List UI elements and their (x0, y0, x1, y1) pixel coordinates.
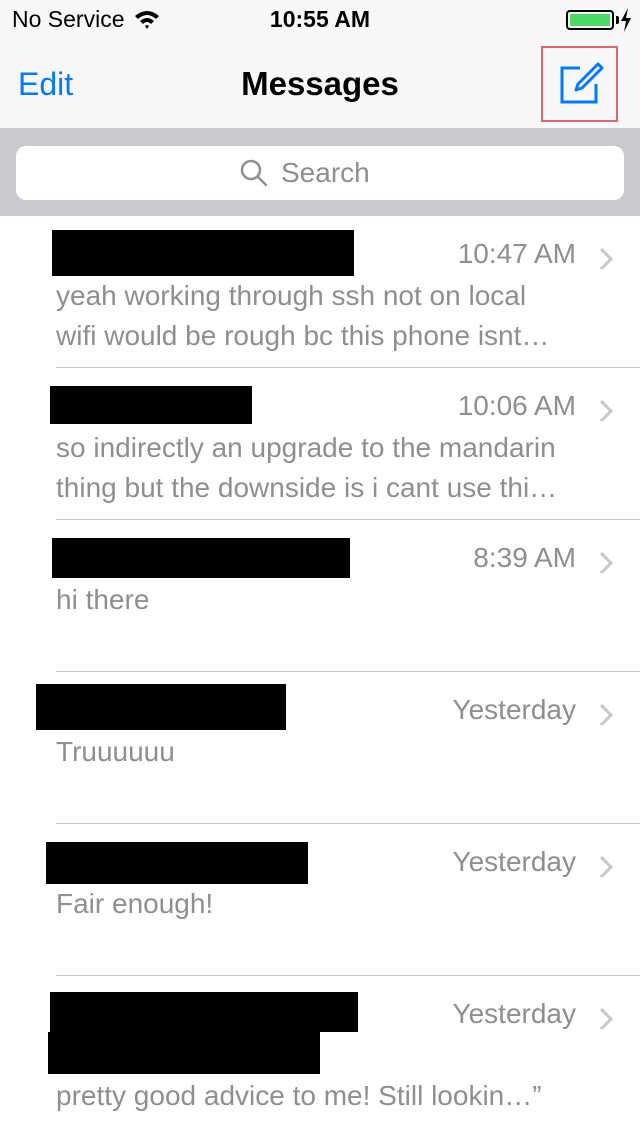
chevron-right-icon (599, 399, 614, 423)
status-time: 10:55 AM (269, 6, 371, 32)
conversation-row[interactable]: Yesterday liked “Sounds like pretty good… (48, 976, 640, 1128)
conversation-preview: so indirectly an upgrade to the mandarin… (56, 432, 558, 503)
status-bar: No Service 10:55 AM (0, 0, 640, 40)
chevron-right-icon (599, 247, 614, 271)
conversation-time: 10:06 AM (457, 390, 576, 421)
redacted-sender (50, 386, 252, 424)
redacted-sender (36, 684, 286, 730)
battery-nub (616, 16, 619, 24)
redacted-sender (52, 538, 350, 578)
redacted-sender (52, 230, 354, 276)
conversation-time: 10:47 AM (457, 238, 576, 269)
search-bar (0, 128, 640, 216)
conversation-list: 10:47 AM yeah working through ssh not on… (0, 216, 640, 1128)
magnifier-icon (240, 159, 268, 187)
conversation-time: Yesterday (452, 846, 577, 877)
conversation-preview: yeah working through ssh not on local wi… (56, 280, 550, 351)
conversation-row[interactable]: 10:47 AM yeah working through ssh not on… (52, 216, 640, 368)
conversation-time: Yesterday (452, 998, 577, 1029)
battery-level-fill (570, 14, 610, 26)
conversation-time: Yesterday (452, 694, 577, 725)
charging-bolt-icon (621, 8, 631, 32)
chevron-right-icon (599, 1007, 614, 1031)
compose-icon (560, 62, 603, 104)
search-field[interactable] (16, 146, 624, 200)
conversation-preview: Truuuuuu (56, 736, 175, 767)
redacted-sender (46, 842, 308, 884)
navigation-bar: Edit Messages (0, 40, 640, 128)
chevron-right-icon (599, 551, 614, 575)
search-input[interactable] (281, 157, 401, 189)
conversation-preview: hi there (56, 584, 150, 615)
compose-button[interactable] (541, 46, 618, 122)
conversation-preview: Fair enough! (56, 888, 214, 919)
redacted-reaction-sender (48, 1032, 320, 1074)
battery-icon (566, 10, 614, 30)
conversation-row[interactable]: 8:39 AM hi there (52, 520, 640, 672)
redacted-sender (50, 992, 358, 1032)
conversation-time: 8:39 AM (473, 542, 576, 573)
conversation-row[interactable]: 10:06 AM so indirectly an upgrade to the… (50, 368, 640, 520)
conversation-row[interactable]: Yesterday Truuuuuu (36, 672, 640, 824)
chevron-right-icon (599, 703, 614, 727)
conversation-row[interactable]: Yesterday Fair enough! (46, 824, 640, 976)
chevron-right-icon (599, 855, 614, 879)
